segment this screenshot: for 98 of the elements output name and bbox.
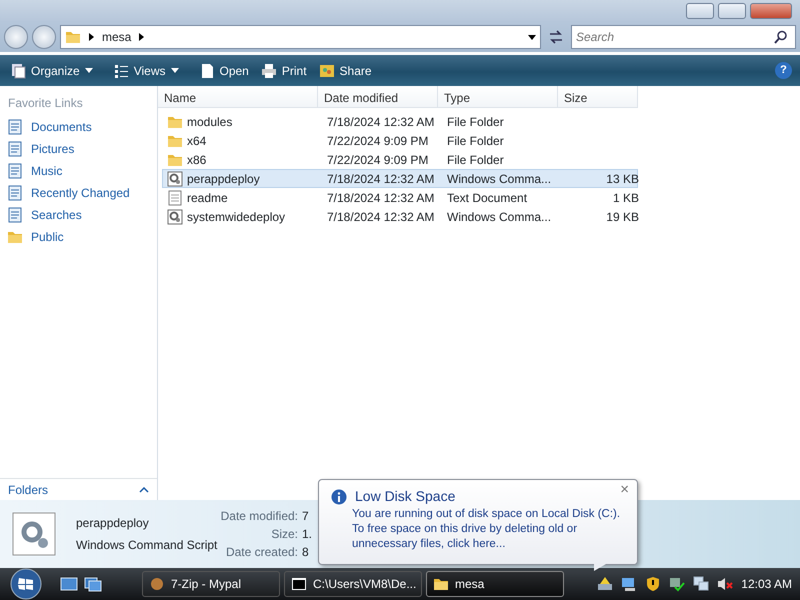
file-name: perappdeploy	[76, 515, 150, 532]
date-cell-text: 7/18/2024 12:32 AM	[326, 208, 436, 224]
type-cell-text: Text Document	[446, 190, 528, 206]
console-icon	[291, 576, 307, 592]
column-header[interactable]: Name	[158, 86, 318, 108]
drive-warning-icon[interactable]	[597, 576, 614, 592]
property-value: 8	[302, 544, 309, 561]
text-file-icon	[167, 190, 183, 206]
document-icon	[7, 141, 23, 157]
document-icon	[7, 163, 23, 179]
type-cell-text: File Folder	[446, 152, 505, 168]
open-button[interactable]: Open	[192, 62, 255, 80]
property-label: Date created:	[224, 544, 298, 561]
size-cell-text: 1 KB	[612, 190, 640, 206]
shield-icon[interactable]	[645, 576, 662, 592]
property-label: Date modified:	[220, 508, 298, 525]
script-gear-icon	[167, 170, 183, 186]
notification-message[interactable]: You are running out of disk space on Local Disk (C:). To free space on this drive by deleting old or unnecessary files, click here...	[352, 507, 627, 552]
maximize-button[interactable]	[718, 3, 746, 19]
app-icon	[149, 576, 165, 592]
sidebar-link[interactable]: Searches	[0, 204, 157, 226]
printer-icon	[260, 62, 277, 78]
clock[interactable]: 12:03 AM	[741, 575, 792, 593]
property-label: Size:	[270, 526, 298, 543]
close-button[interactable]: ×	[620, 482, 629, 497]
network-icon[interactable]	[693, 576, 710, 592]
file-row[interactable]: readme 7/18/2024 12:32 AM Text Document 1 KB	[162, 188, 638, 207]
column-header[interactable]: Type	[438, 86, 558, 108]
date-cell-text: 7/22/2024 9:09 PM	[326, 152, 430, 168]
script-gear-icon	[167, 208, 183, 224]
breadcrumb[interactable]: mesa	[102, 28, 132, 46]
breadcrumb-arrow-icon	[89, 33, 94, 41]
security-check-icon[interactable]	[669, 576, 686, 592]
sidebar-link[interactable]: Recently Changed	[0, 182, 157, 204]
property-value: 7	[302, 508, 309, 525]
folder-icon	[65, 29, 81, 45]
sidebar-heading: Favorite Links	[7, 95, 84, 112]
sidebar-link[interactable]: Public	[0, 226, 157, 248]
file-type: Windows Command Script	[76, 537, 216, 554]
type-cell-text: Windows Comma...	[446, 170, 552, 186]
type-cell-text: File Folder	[446, 114, 505, 130]
property-value: 1.	[302, 526, 312, 543]
back-button[interactable]	[4, 25, 28, 49]
grid-icon	[112, 62, 129, 78]
file-row[interactable]: modules 7/18/2024 12:32 AM File Folder	[162, 112, 638, 131]
stack-icon	[10, 62, 26, 78]
taskbar-button[interactable]: mesa	[426, 571, 564, 597]
column-header[interactable]: Date modified	[318, 86, 438, 108]
file-name: readme	[187, 190, 228, 206]
notification-balloon[interactable]: Low Disk Space × You are running out of disk space on Local Disk (C:). To free space on this drive by deleting old or unnecessary files, click here...	[318, 479, 638, 565]
file-row[interactable]: perappdeploy 7/18/2024 12:32 AM Windows Comma... 13 KB	[162, 169, 638, 188]
type-cell-text: File Folder	[446, 132, 505, 148]
organize-button[interactable]: Organize	[4, 62, 99, 80]
breadcrumb-arrow-icon	[139, 33, 144, 41]
file-name: systemwidedeploy	[187, 208, 286, 224]
file-row[interactable]: x86 7/22/2024 9:09 PM File Folder	[162, 150, 638, 169]
folder-icon	[433, 576, 449, 592]
file-name: perappdeploy	[187, 170, 260, 186]
views-button[interactable]: Views	[106, 62, 184, 80]
file-name: x86	[187, 152, 206, 168]
folder-icon	[7, 229, 23, 245]
print-button[interactable]: Print	[254, 62, 313, 80]
script-gear-icon	[12, 512, 56, 556]
date-cell-text: 7/22/2024 9:09 PM	[326, 132, 430, 148]
address-bar[interactable]: mesa	[60, 25, 541, 49]
info-icon	[331, 488, 347, 504]
help-button[interactable]: ?	[775, 62, 792, 79]
date-cell-text: 7/18/2024 12:32 AM	[326, 114, 436, 130]
size-cell-text: 19 KB	[605, 208, 640, 224]
share-button[interactable]: Share	[312, 62, 378, 80]
minimize-button[interactable]	[686, 3, 714, 19]
document-icon	[7, 185, 23, 201]
collapse-chevron-icon	[139, 486, 149, 492]
sidebar-link[interactable]: Music	[0, 160, 157, 182]
date-cell-text: 7/18/2024 12:32 AM	[326, 170, 436, 186]
windows-stack-icon[interactable]	[84, 576, 102, 592]
column-header[interactable]: Size	[558, 86, 638, 108]
file-name: modules	[187, 114, 232, 130]
notification-title: Low Disk Space	[355, 487, 456, 506]
sidebar-link[interactable]: Pictures	[0, 138, 157, 160]
size-cell-text: 13 KB	[605, 170, 640, 186]
balloon-tail	[594, 564, 606, 571]
file-name: x64	[187, 132, 206, 148]
dropdown-arrow-icon[interactable]	[528, 34, 536, 40]
file-row[interactable]: systemwidedeploy 7/18/2024 12:32 AM Windows Comma... 19 KB	[162, 207, 638, 226]
document-icon	[7, 207, 23, 223]
document-icon	[7, 119, 23, 135]
network-computer-icon[interactable]	[621, 576, 638, 592]
taskbar-button[interactable]: 7-Zip - Mypal	[142, 571, 280, 597]
date-cell-text: 7/18/2024 12:32 AM	[326, 190, 436, 206]
desktop-icon[interactable]	[60, 576, 78, 592]
type-cell-text: Windows Comma...	[446, 208, 552, 224]
file-row[interactable]: x64 7/22/2024 9:09 PM File Folder	[162, 131, 638, 150]
sidebar-link[interactable]: Documents	[0, 116, 157, 138]
speaker-muted-icon[interactable]	[717, 576, 734, 592]
forward-button[interactable]	[32, 25, 56, 49]
share-icon	[318, 62, 335, 78]
taskbar-button[interactable]: C:\Users\VM8\De...	[284, 571, 422, 597]
